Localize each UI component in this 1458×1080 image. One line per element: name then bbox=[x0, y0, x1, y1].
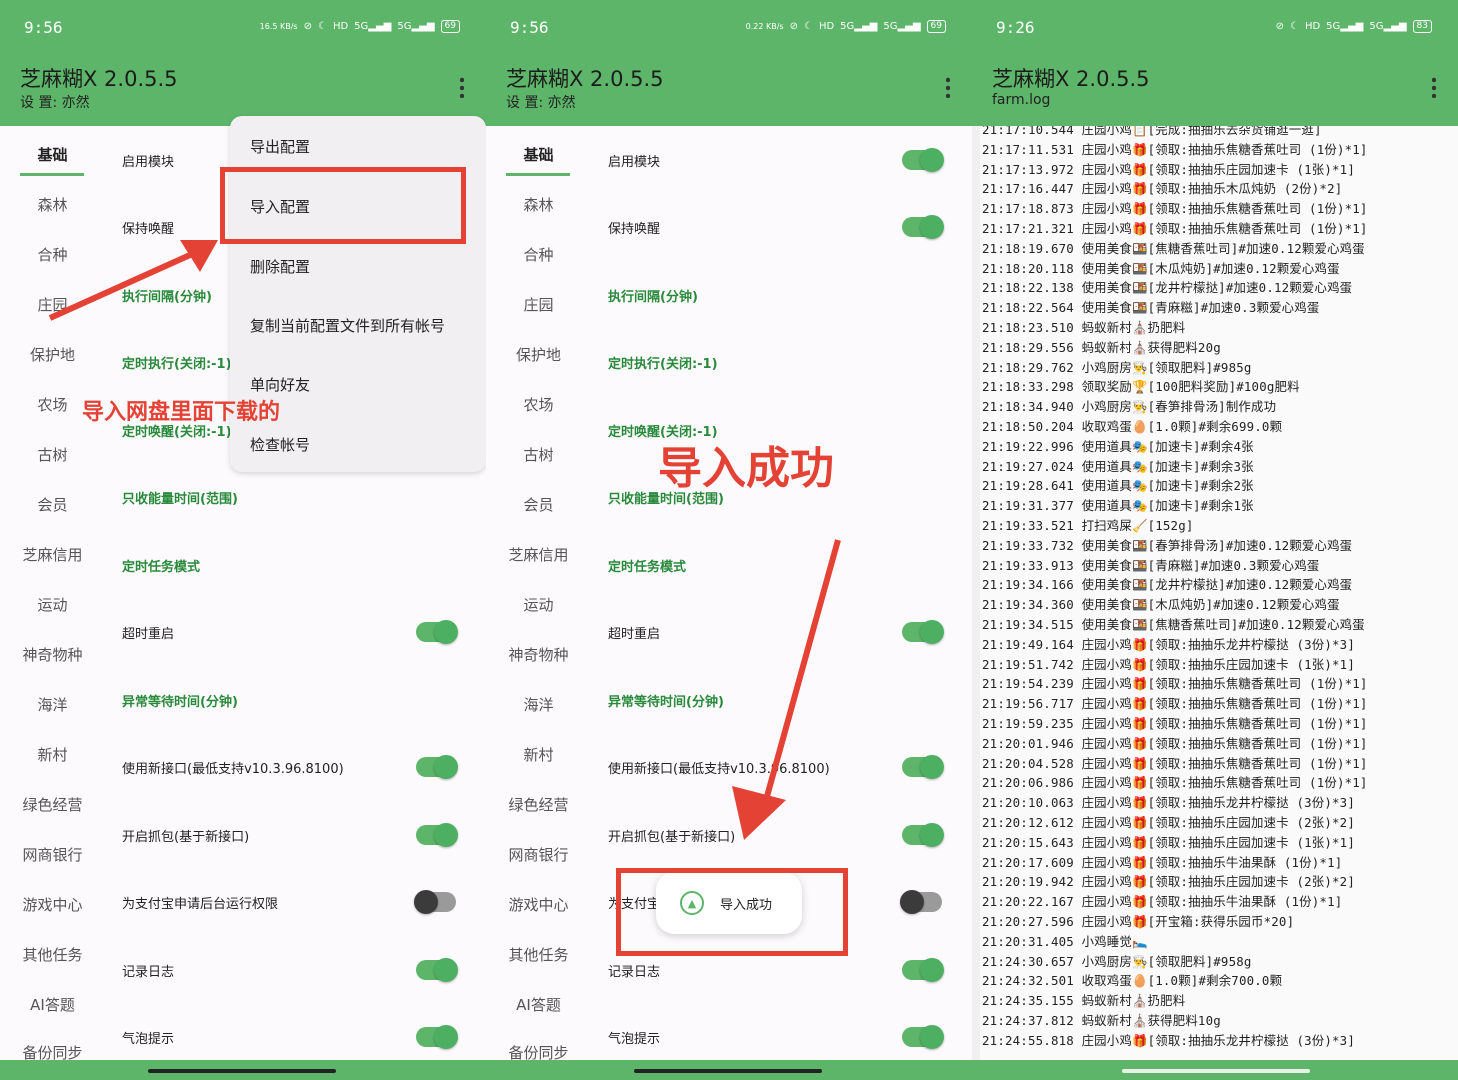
active-tab-underline bbox=[506, 173, 570, 176]
log-line: 21:19:56.717 庄园小鸡🎁[领取:抽抽乐焦糖香蕉吐司 (1份)*1] bbox=[982, 696, 1368, 712]
log-line: 21:18:20.118 使用美食🍱[木瓜炖奶]#加速0.12颗爱心鸡蛋 bbox=[982, 260, 1340, 276]
active-tab-underline bbox=[20, 173, 84, 176]
screenshot-collage: 9:56 16.5 KB/s ⊘ ☾ HD 5G▂▄▆ 5G▂▄▆ 69 芝麻糊… bbox=[0, 0, 1458, 1080]
log-line: 21:20:04.528 庄园小鸡🎁[领取:抽抽乐焦糖香蕉吐司 (1份)*1] bbox=[982, 755, 1368, 771]
log-line: 21:20:06.986 庄园小鸡🎁[领取:抽抽乐焦糖香蕉吐司 (1份)*1] bbox=[982, 775, 1368, 791]
log-line: 21:17:13.972 庄园小鸡🎁[领取:抽抽乐庄园加速卡 (1张)*1] bbox=[982, 161, 1356, 177]
app-title: 芝麻糊X 2.0.5.5 bbox=[992, 67, 1150, 91]
battery-icon: 83 bbox=[1412, 20, 1432, 33]
log-line: 21:19:34.166 使用美食🍱[龙井柠檬挞]#加速0.12颗爱心鸡蛋 bbox=[982, 577, 1353, 593]
log-line: 21:18:22.564 使用美食🍱[青麻糍]#加速0.3颗爱心鸡蛋 bbox=[982, 300, 1320, 316]
panel-settings-menu: 9:56 16.5 KB/s ⊘ ☾ HD 5G▂▄▆ 5G▂▄▆ 69 芝麻糊… bbox=[0, 0, 486, 1080]
annotation-arrow bbox=[48, 240, 218, 321]
log-line: 21:20:01.946 庄园小鸡🎁[领取:抽抽乐焦糖香蕉吐司 (1份)*1] bbox=[982, 735, 1368, 751]
home-indicator[interactable] bbox=[1122, 1069, 1310, 1073]
log-line: 21:20:12.612 庄园小鸡🎁[领取:抽抽乐庄园加速卡 (2张)*2] bbox=[982, 815, 1356, 830]
log-line: 21:20:27.596 庄园小鸡🎁[开宝箱:获得乐园币*20] bbox=[982, 914, 1295, 929]
status-time: 9:26 bbox=[996, 18, 1035, 37]
highlight-box-toast bbox=[616, 868, 848, 956]
log-line: 21:18:29.556 蚂蚁新村⛪获得肥料20g bbox=[982, 339, 1221, 355]
log-line: 21:19:34.515 使用美食🍱[焦糖香蕉吐司]#加速0.12颗爱心鸡蛋 bbox=[982, 617, 1365, 632]
log-line: 21:24:30.657 小鸡厨房👨‍🍳[领取肥料]#958g bbox=[982, 953, 1252, 969]
log-line: 21:17:16.447 庄园小鸡🎁[领取:抽抽乐木瓜炖奶 (2份)*2] bbox=[982, 181, 1343, 197]
log-line: 21:20:10.063 庄园小鸡🎁[领取:抽抽乐龙井柠檬挞 (3份)*3] bbox=[982, 795, 1356, 811]
log-line: 21:18:34.940 小鸡厨房👨‍🍳[春笋排骨汤]制作成功 bbox=[982, 399, 1277, 415]
log-line: 21:19:34.360 使用美食🍱[木瓜炖奶]#加速0.12颗爱心鸡蛋 bbox=[982, 597, 1340, 613]
panel-import-success: 9:56 0.22 KB/s ⊘ ☾ HD 5G▂▄▆ 5G▂▄▆ 69 芝麻糊… bbox=[486, 0, 972, 1080]
log-view[interactable]: 21:17:10.544 庄园小鸡📋[完成:抽抽乐去杂货铺逛一逛] 21:17:1… bbox=[980, 126, 1458, 1060]
log-line: 21:19:51.742 庄园小鸡🎁[领取:抽抽乐庄园加速卡 (1张)*1] bbox=[982, 656, 1356, 672]
log-line: 21:19:22.996 使用道具🎭[加速卡]#剩余4张 bbox=[982, 438, 1254, 454]
hd-icon: HD bbox=[1304, 21, 1321, 32]
home-indicator[interactable] bbox=[634, 1069, 822, 1073]
log-line: 21:19:28.641 使用道具🎭[加速卡]#剩余2张 bbox=[982, 478, 1254, 494]
annotation-download-note: 导入网盘里面下载的 bbox=[82, 400, 281, 425]
log-line: 21:20:15.643 庄园小鸡🎁[领取:抽抽乐庄园加速卡 (1张)*1] bbox=[982, 834, 1356, 850]
sync-icon: ⊘ bbox=[1275, 21, 1284, 32]
home-indicator[interactable] bbox=[148, 1069, 336, 1073]
app-subtitle: farm.log bbox=[992, 92, 1051, 108]
log-line: 21:20:17.609 庄园小鸡🎁[领取:抽抽乐牛油果酥 (1份)*1] bbox=[982, 854, 1343, 870]
log-line: 21:19:31.377 使用道具🎭[加速卡]#剩余1张 bbox=[982, 498, 1254, 514]
log-line: 21:20:22.167 庄园小鸡🎁[领取:抽抽乐牛油果酥 (1份)*1] bbox=[982, 894, 1343, 910]
log-line: 21:18:29.762 小鸡厨房👨‍🍳[领取肥料]#985g bbox=[982, 359, 1252, 375]
log-line: 21:24:55.818 庄园小鸡🎁[领取:抽抽乐龙井柠檬挞 (3份)*3] bbox=[982, 1032, 1356, 1048]
log-line: 21:20:19.942 庄园小鸡🎁[领取:抽抽乐庄园加速卡 (2张)*2] bbox=[982, 874, 1356, 890]
nav-bar bbox=[486, 1060, 972, 1080]
log-line: 21:18:19.670 使用美食🍱[焦糖香蕉吐司]#加速0.12颗爱心鸡蛋 bbox=[982, 240, 1365, 256]
log-line: 21:19:33.521 打扫鸡屎🧹[152g] bbox=[982, 518, 1194, 533]
log-line: 21:19:33.732 使用美食🍱[春笋排骨汤]#加速0.12颗爱心鸡蛋 bbox=[982, 537, 1353, 553]
log-line: 21:18:23.510 蚂蚁新村⛪扔肥料 bbox=[982, 320, 1186, 335]
nav-bar bbox=[0, 1060, 486, 1080]
log-line: 21:18:33.298 领取奖励🏆[100肥料奖励]#100g肥料 bbox=[982, 379, 1300, 395]
log-line: 21:17:10.544 庄园小鸡📋[完成:抽抽乐去杂货铺逛一逛] bbox=[982, 126, 1322, 137]
log-line: 21:18:50.204 收取鸡蛋🥚[1.0颗]#剩余699.0颗 bbox=[982, 419, 1283, 434]
log-line: 21:24:35.155 蚂蚁新村⛪扔肥料 bbox=[982, 993, 1186, 1009]
log-line: 21:19:49.164 庄园小鸡🎁[领取:抽抽乐龙井柠檬挞 (3份)*3] bbox=[982, 636, 1356, 652]
app-bar: 9:26 ⊘ ☾ HD 5G▂▄▆ 5G▂▄▆ 83 芝麻糊X 2.0.5.5 … bbox=[972, 0, 1458, 126]
log-line: 21:17:21.321 庄园小鸡🎁[领取:抽抽乐焦糖香蕉吐司 (1份)*1] bbox=[982, 221, 1368, 236]
log-line: 21:17:18.873 庄园小鸡🎁[领取:抽抽乐焦糖香蕉吐司 (1份)*1] bbox=[982, 201, 1368, 217]
log-line: 21:17:11.531 庄园小鸡🎁[领取:抽抽乐焦糖香蕉吐司 (1份)*1] bbox=[982, 141, 1368, 157]
more-options-icon[interactable] bbox=[1432, 76, 1436, 98]
log-line: 21:18:22.138 使用美食🍱[龙井柠檬挞]#加速0.12颗爱心鸡蛋 bbox=[982, 280, 1353, 296]
log-line: 21:19:59.235 庄园小鸡🎁[领取:抽抽乐焦糖香蕉吐司 (1份)*1] bbox=[982, 716, 1368, 731]
log-line: 21:24:32.501 收取鸡蛋🥚[1.0颗]#剩余700.0颗 bbox=[982, 973, 1283, 989]
signal2-icon: 5G▂▄▆ bbox=[1369, 21, 1407, 32]
log-line: 21:20:31.405 小鸡睡觉🛌 bbox=[982, 933, 1148, 949]
moon-icon: ☾ bbox=[1289, 21, 1299, 32]
log-line: 21:19:27.024 使用道具🎭[加速卡]#剩余3张 bbox=[982, 458, 1254, 474]
log-line: 21:19:54.239 庄园小鸡🎁[领取:抽抽乐焦糖香蕉吐司 (1份)*1] bbox=[982, 676, 1368, 692]
log-line: 21:24:37.812 蚂蚁新村⛪获得肥料10g bbox=[982, 1013, 1221, 1028]
status-icons: ⊘ ☾ HD 5G▂▄▆ 5G▂▄▆ 83 bbox=[1276, 20, 1432, 33]
signal-icon: 5G▂▄▆ bbox=[1326, 21, 1364, 32]
log-line: 21:19:33.913 使用美食🍱[青麻糍]#加速0.3颗爱心鸡蛋 bbox=[982, 557, 1320, 573]
log-gutter bbox=[972, 126, 980, 1060]
